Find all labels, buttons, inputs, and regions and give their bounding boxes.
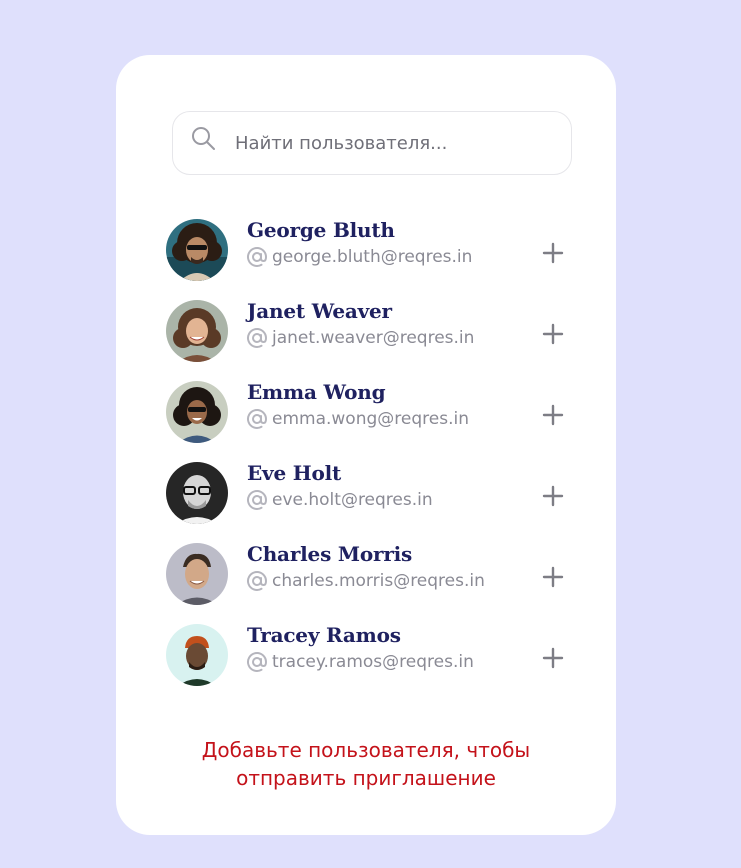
avatar	[166, 300, 228, 362]
add-user-button[interactable]	[538, 319, 568, 349]
user-name: Emma Wong	[247, 380, 386, 404]
at-icon	[247, 409, 268, 429]
user-name: Charles Morris	[247, 542, 413, 566]
invite-hint: Добавьте пользователя, чтобы отправить п…	[156, 736, 576, 792]
search-input[interactable]	[235, 112, 555, 174]
user-name: George Bluth	[247, 218, 395, 242]
avatar	[166, 543, 228, 605]
list-item: Emma Wong emma.wong@reqres.in	[116, 380, 616, 461]
add-user-button[interactable]	[538, 643, 568, 673]
list-item: Eve Holt eve.holt@reqres.in	[116, 461, 616, 542]
at-icon	[247, 328, 268, 348]
invite-hint-line1: Добавьте пользователя, чтобы	[201, 738, 531, 762]
list-item: George Bluth george.bluth@reqres.in	[116, 218, 616, 299]
user-email: charles.morris@reqres.in	[272, 571, 485, 591]
user-name: Janet Weaver	[247, 299, 392, 323]
invite-card: George Bluth george.bluth@reqres.in	[116, 55, 616, 835]
avatar	[166, 381, 228, 443]
at-icon	[247, 652, 268, 672]
user-email: george.bluth@reqres.in	[272, 247, 473, 267]
search-icon	[192, 127, 215, 150]
add-user-button[interactable]	[538, 400, 568, 430]
user-email: eve.holt@reqres.in	[272, 490, 433, 510]
user-list: George Bluth george.bluth@reqres.in Jane…	[116, 218, 616, 704]
list-item: Charles Morris charles.morris@reqres.in	[116, 542, 616, 623]
add-user-button[interactable]	[538, 562, 568, 592]
list-item: Janet Weaver janet.weaver@reqres.in	[116, 299, 616, 380]
avatar	[166, 624, 228, 686]
at-icon	[247, 490, 268, 510]
avatar	[166, 462, 228, 524]
plus-icon	[542, 404, 564, 426]
plus-icon	[542, 323, 564, 345]
list-item: Tracey Ramos tracey.ramos@reqres.in	[116, 623, 616, 704]
user-name: Tracey Ramos	[247, 623, 401, 647]
invite-hint-line2: отправить приглашение	[236, 766, 496, 790]
user-email: tracey.ramos@reqres.in	[272, 652, 474, 672]
plus-icon	[542, 242, 564, 264]
plus-icon	[542, 485, 564, 507]
plus-icon	[542, 566, 564, 588]
user-email: janet.weaver@reqres.in	[272, 328, 475, 348]
plus-icon	[542, 647, 564, 669]
at-icon	[247, 247, 268, 267]
add-user-button[interactable]	[538, 481, 568, 511]
add-user-button[interactable]	[538, 238, 568, 268]
at-icon	[247, 571, 268, 591]
user-name: Eve Holt	[247, 461, 342, 485]
search-box[interactable]	[172, 111, 572, 175]
avatar	[166, 219, 228, 281]
user-email: emma.wong@reqres.in	[272, 409, 469, 429]
